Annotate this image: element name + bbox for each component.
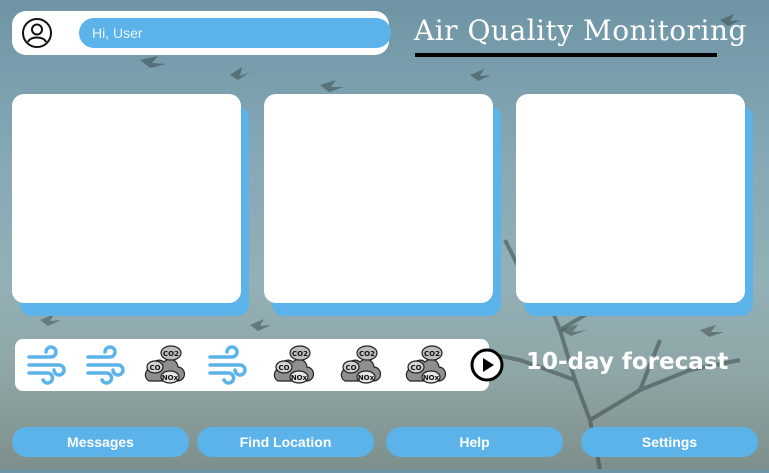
user-greeting: Hi, User [79,18,391,48]
co-label: CO [410,364,421,372]
nox-label: NOx [423,374,440,382]
title-underline [415,53,717,57]
find-location-button[interactable]: Find Location [197,427,374,457]
wind-icon [84,343,128,387]
co-label: CO [345,364,356,372]
card-panel [264,94,493,303]
co2-label: CO2 [292,350,308,358]
pollution-cloud-icon: CO2 CO NOx [270,343,315,387]
card-panel [516,94,745,303]
co-label: CO [149,364,160,372]
nox-label: NOx [291,374,308,382]
nox-label: NOx [162,374,179,382]
play-icon [470,348,504,382]
card-panel [12,94,241,303]
forecast-label: 10-day forecast [526,349,729,375]
messages-button[interactable]: Messages [12,427,189,457]
info-card-2[interactable] [264,94,501,316]
user-bar: Hi, User [12,11,391,55]
pollution-cloud-icon: CO2 CO NOx [337,343,382,387]
play-forecast-button[interactable] [470,348,504,382]
wind-icon [25,343,69,387]
settings-button[interactable]: Settings [581,427,758,457]
info-card-3[interactable] [516,94,753,316]
co2-label: CO2 [424,350,440,358]
user-avatar-icon[interactable] [21,17,53,49]
wind-icon [206,343,250,387]
pollution-cloud-icon: CO2 CO NOx [141,343,186,387]
help-button[interactable]: Help [386,427,563,457]
forecast-strip: CO2 CO NOx CO2 CO NOx CO2 CO NOx CO2 CO … [15,339,504,391]
pollution-cloud-icon: CO2 CO NOx [402,343,447,387]
nox-label: NOx [358,374,375,382]
page-title: Air Quality Monitoring [414,14,747,47]
co-label: CO [278,364,289,372]
co2-label: CO2 [163,350,179,358]
info-card-1[interactable] [12,94,249,316]
co2-label: CO2 [359,350,375,358]
